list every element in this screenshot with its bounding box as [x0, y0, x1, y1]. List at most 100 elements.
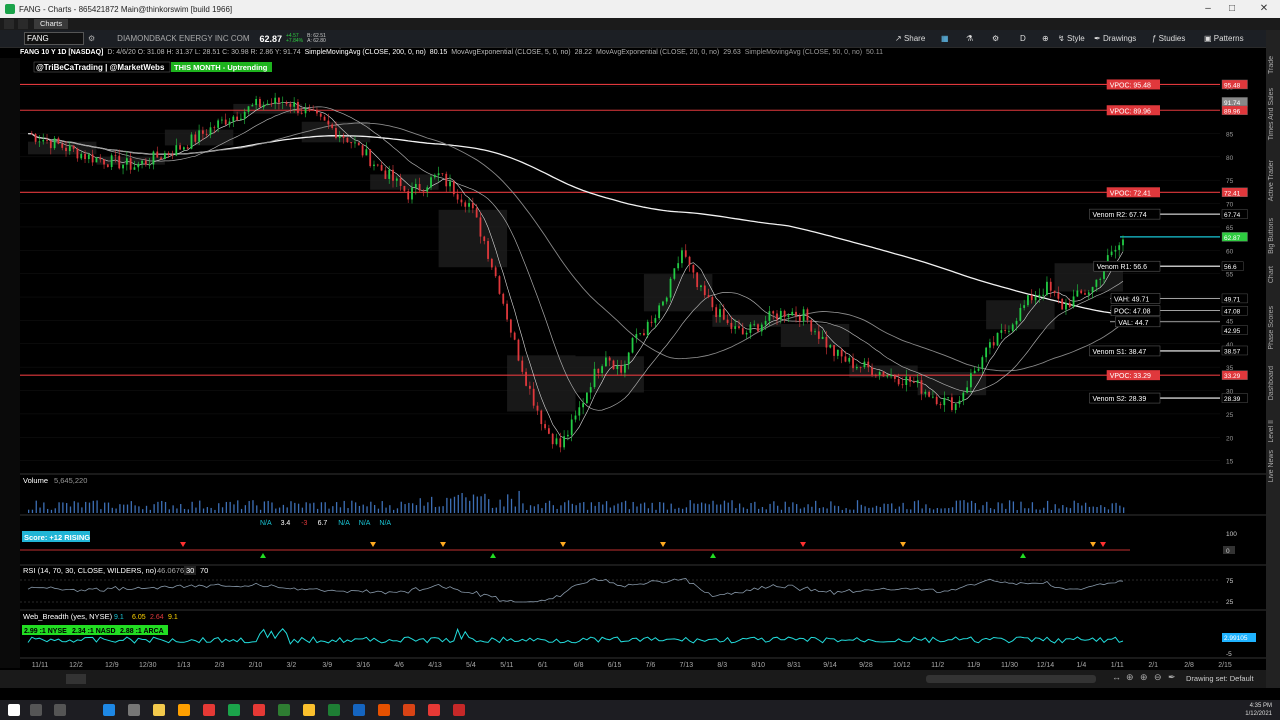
app-icon-4[interactable] [303, 704, 315, 716]
volume-bar [206, 507, 208, 513]
volume-bar [792, 502, 794, 513]
ema5-legend[interactable]: MovAvgExponential (CLOSE, 5, 0, no) [451, 49, 570, 56]
share-button[interactable]: ↗ Share [895, 32, 925, 46]
volume-bar [229, 501, 231, 513]
expand-icon[interactable] [66, 674, 86, 684]
menu-icon[interactable] [4, 19, 14, 29]
volume-bar [640, 503, 642, 513]
zoom-in-icon[interactable]: ⊕ [1140, 672, 1148, 683]
home-icon[interactable] [18, 19, 28, 29]
minimize-window-button[interactable]: – [1196, 0, 1220, 18]
style-menu[interactable]: ↯ Style [1058, 32, 1085, 46]
tab-big-buttons[interactable]: Big Buttons [1268, 218, 1275, 254]
crosshair-tool-icon[interactable]: ⊕ [1126, 672, 1134, 683]
volume-bar [1005, 508, 1007, 513]
sma200-legend[interactable]: SimpleMovingAvg (CLOSE, 200, 0, no) [305, 49, 426, 56]
candle-body [1110, 251, 1113, 256]
volume-bar [868, 507, 870, 513]
crosshair-icon[interactable]: ⊕ [1042, 32, 1049, 46]
date-tick-label: 3/2 [286, 662, 296, 668]
price-tick-label: 70 [1226, 202, 1234, 209]
window-titlebar: FANG - Charts - 865421872 Main@thinkorsw… [0, 0, 1280, 18]
tab-times-and-sales[interactable]: Times And Sales [1268, 88, 1275, 140]
flask-icon[interactable]: ⚗ [966, 32, 973, 46]
volume-bar [632, 501, 634, 513]
candle-body [1072, 296, 1075, 307]
zoom-out-icon[interactable]: ⊖ [1154, 672, 1162, 683]
app-icon-1[interactable] [178, 704, 190, 716]
app-icon-7[interactable] [453, 704, 465, 716]
windows-start-icon[interactable] [8, 704, 20, 716]
candle-body [240, 118, 242, 120]
tab-phase-scores[interactable]: Phase Scores [1268, 306, 1275, 350]
drawing-set[interactable]: Drawing set: Default [1186, 674, 1254, 683]
candle-body [650, 321, 653, 323]
system-clock[interactable]: 4:35 PM 1/12/2021 [1245, 702, 1272, 718]
edge-icon[interactable] [103, 704, 115, 716]
tab-charts[interactable]: Charts [34, 19, 69, 29]
candle-body [855, 367, 858, 369]
tab-chart[interactable]: Chart [1268, 266, 1275, 283]
candle-body [954, 404, 957, 410]
word-icon[interactable] [353, 704, 365, 716]
price-label: 42.95 [1224, 328, 1241, 335]
candle-body [688, 256, 691, 265]
volume-bar [666, 509, 669, 513]
tab-strip: Charts [0, 18, 1280, 30]
volume-bar [153, 504, 155, 513]
tab-active-trader[interactable]: Active Trader [1268, 160, 1275, 201]
scroll-thumb[interactable] [926, 675, 1096, 683]
candle-body [528, 385, 531, 389]
store-icon[interactable] [128, 704, 140, 716]
volume-bar [913, 501, 916, 513]
volume-bar [948, 508, 950, 513]
sma50-legend[interactable]: SimpleMovingAvg (CLOSE, 50, 0, no) [745, 49, 862, 56]
chart-settings-icon[interactable]: ▦ [941, 32, 949, 46]
tab-trade[interactable]: Trade [1268, 56, 1275, 74]
close-window-button[interactable]: ✕ [1252, 0, 1276, 18]
date-tick-label: 1/11 [1111, 662, 1124, 668]
volume-bar [438, 506, 440, 513]
pan-icon[interactable]: ↔ [1112, 672, 1121, 682]
link-icon[interactable]: ⚙ [88, 34, 95, 43]
maximize-window-button[interactable]: □ [1220, 0, 1244, 18]
volume-bar [427, 502, 429, 513]
app-icon-3[interactable] [278, 704, 290, 716]
tab-live-news[interactable]: Live News [1268, 450, 1275, 482]
chart-scrollbar[interactable]: ↔ ⊕ ⊕ ⊖ ✒ Drawing set: Default [0, 670, 1266, 688]
volume-bar [499, 499, 501, 513]
app-icon-6[interactable] [428, 704, 440, 716]
task-view-icon[interactable] [54, 704, 66, 716]
candle-body [430, 177, 432, 188]
volume-bar [1111, 503, 1113, 513]
symbol-input[interactable]: FANG [24, 32, 84, 45]
volume-bar [1008, 500, 1011, 513]
app-icon-5[interactable] [378, 704, 390, 716]
rsi-value: 46.0676 [157, 566, 184, 575]
tab-level-ii[interactable]: Level II [1268, 420, 1275, 443]
price-chart[interactable]: VPOC: 95.48 VPOC: 89.96 VPOC: 72.41 Venom R… [20, 58, 1266, 668]
volume-bar [769, 503, 771, 513]
volume-bar [872, 507, 874, 513]
chrome-icon[interactable] [203, 704, 215, 716]
tab-dashboard[interactable]: Dashboard [1268, 366, 1275, 400]
excel-icon[interactable] [328, 704, 340, 716]
ema20-legend[interactable]: MovAvgExponential (CLOSE, 20, 0, no) [596, 49, 719, 56]
study-value: N/A [379, 520, 391, 527]
drawings-menu[interactable]: ✒ Drawings [1094, 32, 1136, 46]
volume-bar [1062, 505, 1064, 513]
volume-bar [31, 509, 34, 513]
search-icon[interactable] [30, 704, 42, 716]
patterns-menu[interactable]: ▣ Patterns [1204, 32, 1244, 46]
app-icon-2[interactable] [253, 704, 265, 716]
volume-bar [1031, 502, 1034, 513]
candle-body [566, 434, 569, 437]
price-label: 38.57 [1224, 348, 1241, 355]
draw-icon[interactable]: ✒ [1168, 672, 1176, 683]
studies-menu[interactable]: ƒ Studies [1152, 32, 1185, 46]
powerpoint-icon[interactable] [403, 704, 415, 716]
thinkorswim-taskbar-icon[interactable] [228, 704, 240, 716]
gear-icon[interactable]: ⚙ [992, 32, 999, 46]
file-explorer-icon[interactable] [153, 704, 165, 716]
period-selector[interactable]: D [1020, 32, 1026, 46]
